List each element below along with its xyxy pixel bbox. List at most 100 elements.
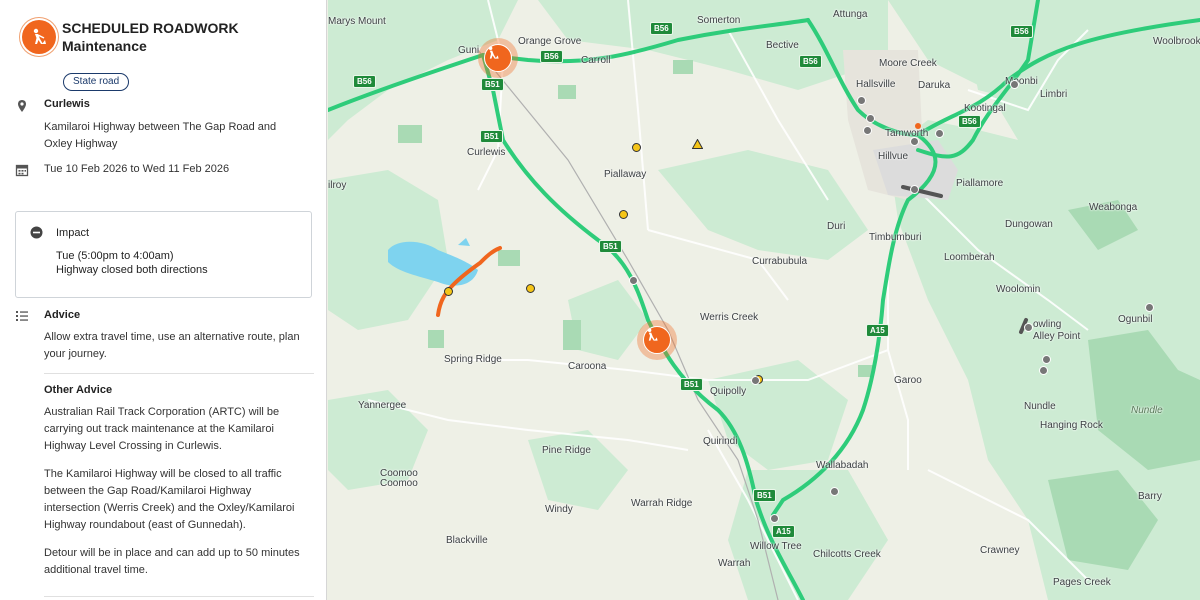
map-view[interactable]: Marys Mount Orange Grove Somerton Attung…: [328, 0, 1200, 600]
place-label: Willow Tree: [750, 541, 802, 552]
camera-marker[interactable]: [866, 114, 875, 123]
roadwork-marker[interactable]: [637, 320, 677, 360]
place-label: owling Alley Point: [1033, 319, 1081, 342]
place-label: Warrah Ridge: [631, 498, 693, 509]
place-label: Spring Ridge: [444, 354, 502, 365]
place-label: Piallaway: [604, 169, 647, 180]
place-label: Hillvue: [878, 151, 909, 162]
route-shield: B51: [599, 240, 622, 253]
camera-marker[interactable]: [1145, 303, 1154, 312]
route-shield: A15: [772, 525, 795, 538]
incident-marker[interactable]: [526, 284, 535, 293]
camera-marker[interactable]: [857, 96, 866, 105]
place-label: Orange Grove: [518, 36, 582, 47]
place-label: Kootingal: [964, 103, 1006, 114]
advice-heading: Advice: [44, 309, 81, 321]
other-advice-paragraph: Detour will be in place and can add up t…: [44, 547, 300, 576]
camera-marker[interactable]: [1010, 80, 1019, 89]
place-label: Nundle: [1131, 405, 1163, 416]
place-label: Windy: [545, 504, 573, 515]
place-label: Hanging Rock: [1040, 420, 1103, 431]
camera-marker[interactable]: [830, 487, 839, 496]
place-label: Guni: [458, 45, 480, 56]
camera-marker[interactable]: [910, 185, 919, 194]
camera-marker[interactable]: [1024, 323, 1033, 332]
list-icon: [16, 311, 28, 321]
camera-marker[interactable]: [910, 137, 919, 146]
map-canvas[interactable]: [328, 0, 1200, 600]
incident-header: SCHEDULED ROADWORK Maintenance: [22, 20, 312, 60]
route-shield: B56: [1010, 25, 1033, 38]
place-label: Attunga: [833, 9, 868, 20]
location-pin-icon: [18, 100, 26, 112]
place-label: Chilcotts Creek: [813, 549, 881, 560]
place-label: Somerton: [697, 15, 741, 26]
camera-marker[interactable]: [935, 129, 944, 138]
other-advice-paragraph: The Kamilaroi Highway will be closed to …: [44, 468, 295, 531]
place-label: Nundle: [1024, 401, 1056, 412]
place-label: Yannergee: [358, 400, 407, 411]
roadwork-icon: [22, 20, 56, 54]
route-shield: B51: [481, 78, 504, 91]
place-label: Pages Creek: [1053, 577, 1111, 588]
hazard-icon[interactable]: [692, 139, 703, 149]
advice-text: Allow extra travel time, use an alternat…: [44, 331, 300, 360]
place-label: Caroona: [568, 361, 607, 372]
incident-marker[interactable]: [632, 143, 641, 152]
place-label: Moore Creek: [879, 58, 937, 69]
place-label: Woolbrook: [1153, 36, 1200, 47]
roadwork-marker[interactable]: [915, 123, 921, 129]
place-label: Marys Mount: [328, 16, 386, 27]
location-name: Curlewis: [44, 98, 90, 110]
divider: [44, 596, 314, 597]
minus-circle-icon: [30, 226, 43, 239]
place-label: Crawney: [980, 545, 1020, 556]
place-label: Wallabadah: [816, 460, 869, 471]
place-label: Garoo: [894, 375, 922, 386]
place-label: Barry: [1138, 491, 1162, 502]
place-label: Tamworth: [885, 128, 929, 139]
route-shield: B51: [753, 489, 776, 502]
route-shield: B56: [650, 22, 673, 35]
place-label: Currabubula: [752, 256, 808, 267]
roadwork-icon: [643, 326, 671, 354]
place-label: Loomberah: [944, 252, 995, 263]
roadwork-marker[interactable]: [478, 38, 518, 78]
place-label: Limbri: [1040, 89, 1068, 100]
calendar-icon: [15, 164, 29, 177]
camera-marker[interactable]: [1042, 355, 1051, 364]
place-label: Timbumburi: [869, 232, 922, 243]
place-label: Carroll: [581, 55, 611, 66]
impact-time: Tue (5:00pm to 4:00am): [56, 250, 174, 262]
camera-marker[interactable]: [629, 276, 638, 285]
place-label: Quirindi: [703, 436, 738, 447]
camera-marker[interactable]: [751, 376, 760, 385]
camera-marker[interactable]: [770, 514, 779, 523]
incident-title: SCHEDULED ROADWORK: [62, 20, 239, 36]
place-label: Woolomin: [996, 284, 1041, 295]
incident-subtitle: Maintenance: [62, 38, 147, 54]
place-label: Hallsville: [856, 79, 896, 90]
camera-marker[interactable]: [863, 126, 872, 135]
place-label: Bective: [766, 40, 799, 51]
impact-detail: Highway closed both directions: [56, 264, 208, 276]
route-shield: B56: [540, 50, 563, 63]
place-label: Pine Ridge: [542, 445, 591, 456]
camera-marker[interactable]: [1039, 366, 1048, 375]
road-type-badge: State road: [63, 73, 130, 91]
place-label: Piallamore: [956, 178, 1004, 189]
place-label: Warrah: [718, 558, 751, 569]
place-label: ilroy: [328, 180, 347, 191]
location-description: Kamilaroi Highway between The Gap Road a…: [44, 121, 277, 150]
place-label: Duri: [827, 221, 846, 232]
place-label: Blackville: [446, 535, 488, 546]
impact-heading: Impact: [56, 227, 90, 239]
place-label: Daruka: [918, 80, 951, 91]
date-range: Tue 10 Feb 2026 to Wed 11 Feb 2026: [44, 163, 230, 175]
other-advice-heading: Other Advice: [44, 384, 113, 396]
place-label: Weabonga: [1089, 202, 1138, 213]
incident-marker[interactable]: [444, 287, 453, 296]
incident-marker[interactable]: [619, 210, 628, 219]
route-shield: B56: [958, 115, 981, 128]
divider: [44, 373, 314, 374]
